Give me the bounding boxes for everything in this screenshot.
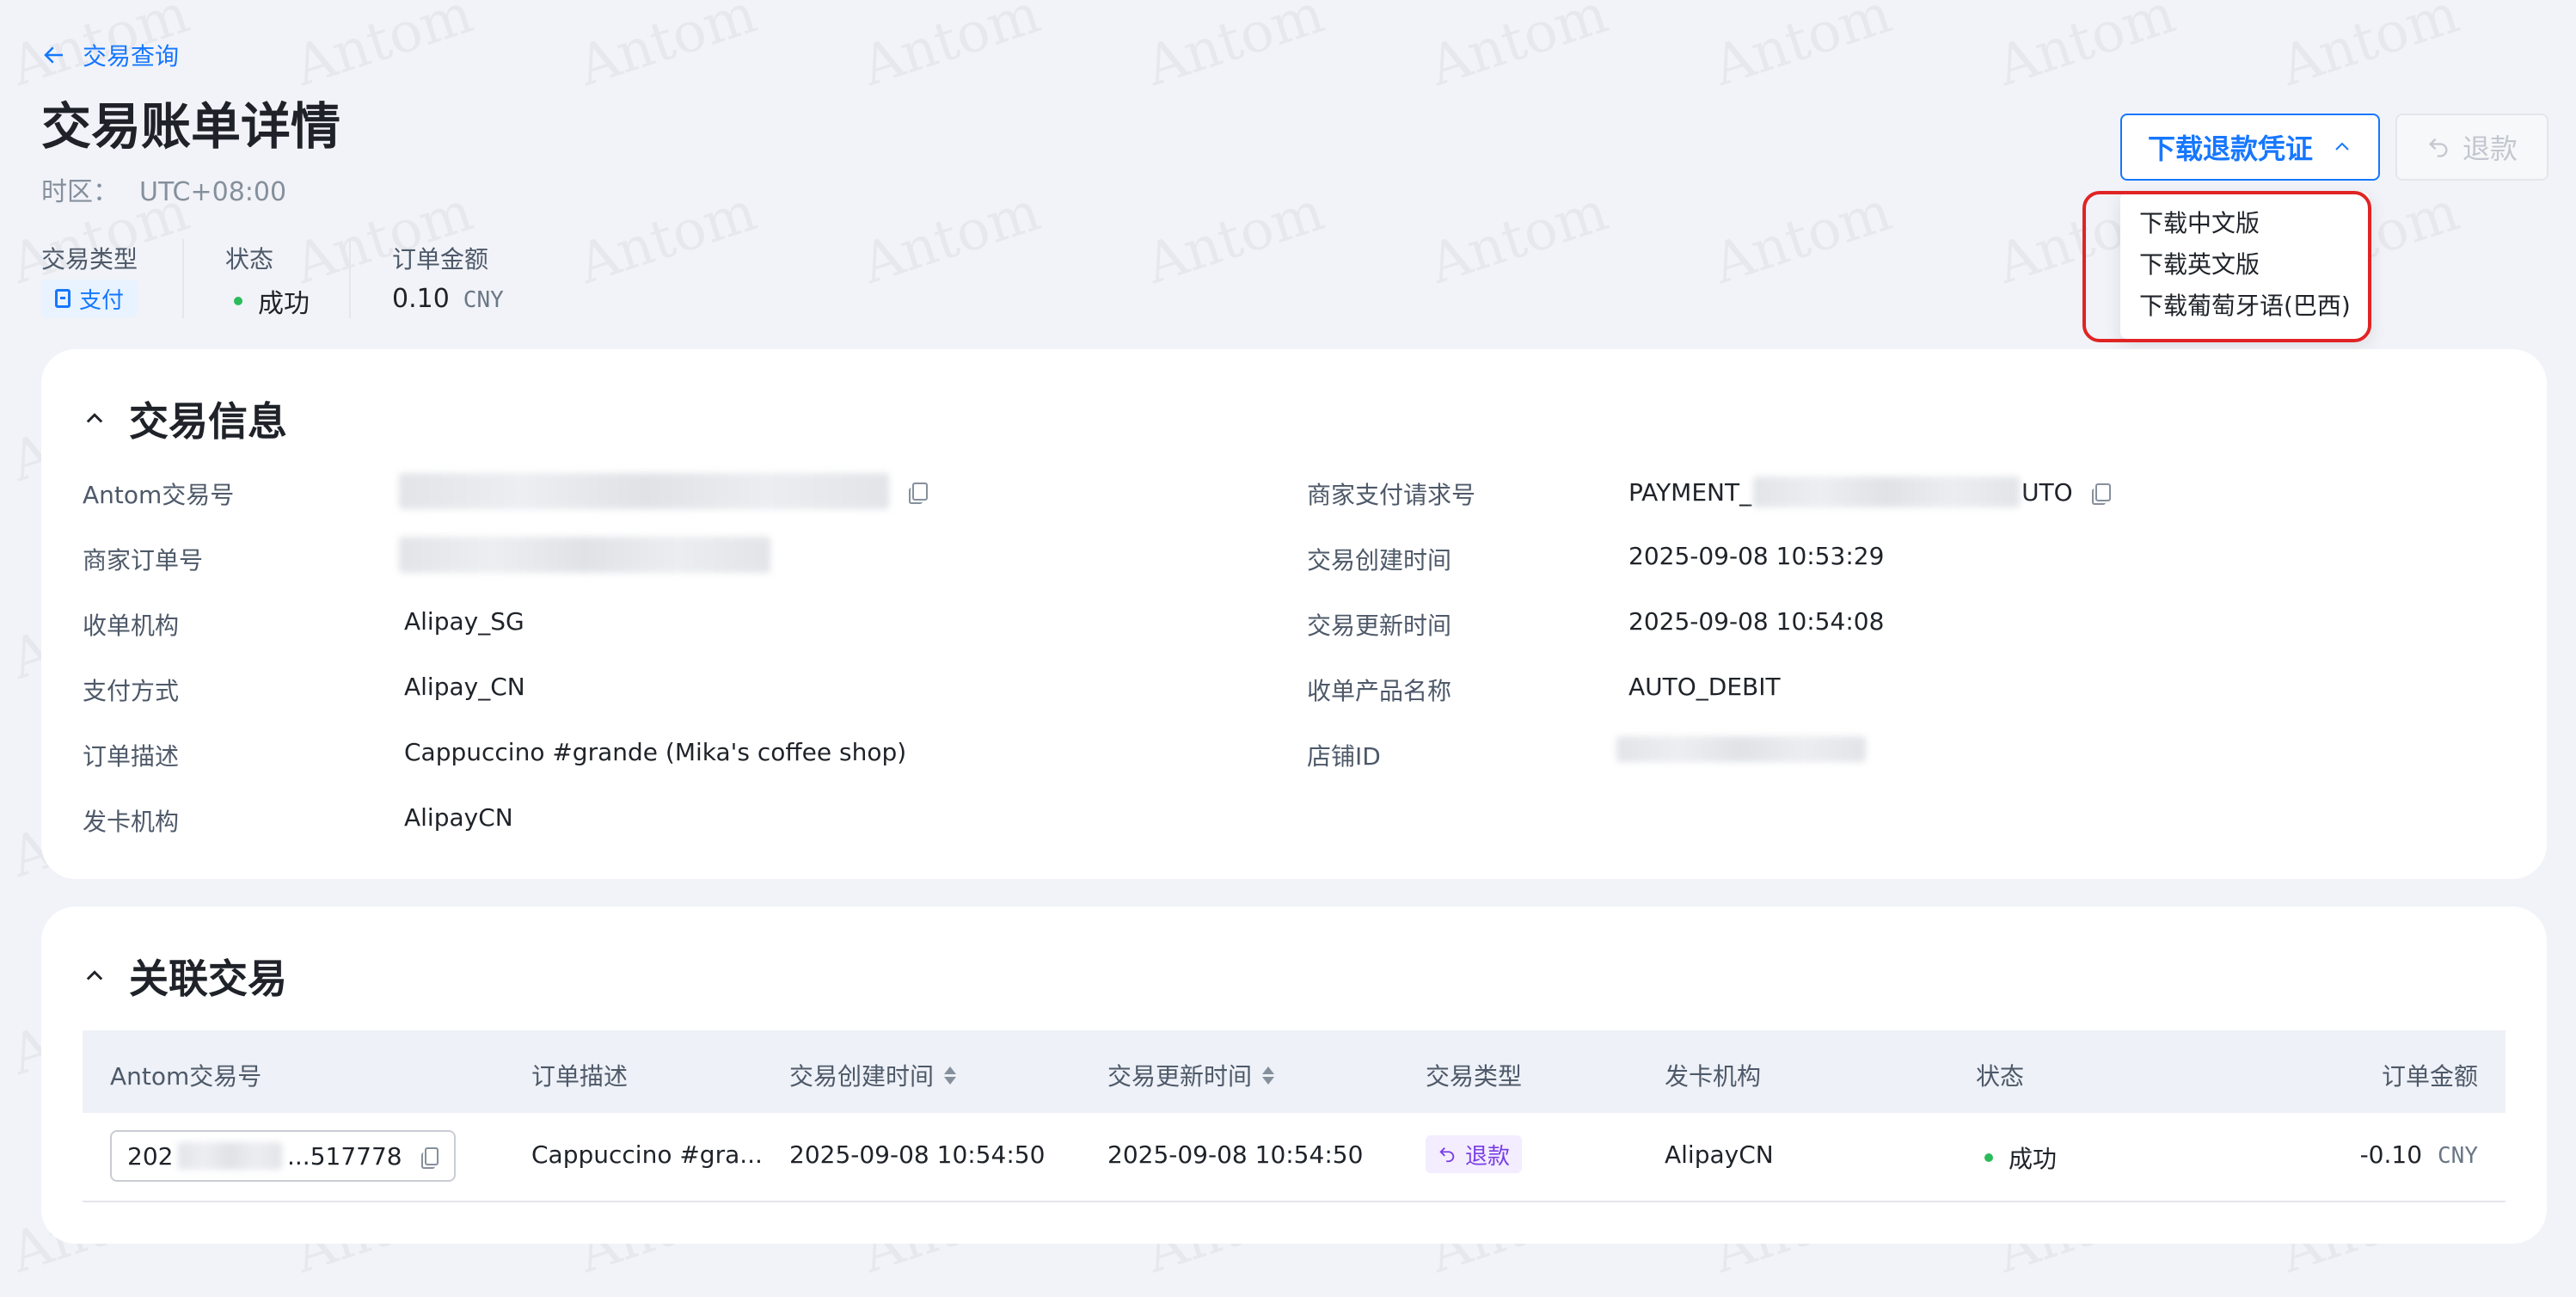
chevron-up-icon bbox=[2335, 142, 2349, 151]
copy-icon[interactable] bbox=[909, 482, 929, 504]
row-divider bbox=[83, 1201, 2505, 1202]
sort-icon[interactable] bbox=[944, 1066, 957, 1085]
updated-time-value: 2025-09-08 10:54:08 bbox=[1628, 607, 1885, 636]
back-link[interactable]: 交易查询 bbox=[41, 38, 179, 72]
arrow-left-icon bbox=[44, 46, 63, 64]
undo-icon bbox=[1439, 1147, 1455, 1163]
field-label: 发卡机构 bbox=[83, 808, 180, 836]
undo-icon bbox=[2429, 138, 2448, 157]
field-label: 订单描述 bbox=[83, 742, 180, 771]
status-label: 状态 bbox=[225, 245, 274, 274]
download-refund-voucher-button[interactable]: 下载退款凭证 bbox=[2120, 114, 2380, 181]
column-header-tx-id: Antom交易号 bbox=[110, 1062, 262, 1091]
payment-method-value: Alipay_CN bbox=[404, 673, 525, 701]
redacted-value bbox=[1753, 476, 2021, 507]
field-label: 支付方式 bbox=[83, 677, 180, 705]
column-header-created[interactable]: 交易创建时间 bbox=[789, 1058, 957, 1092]
tx-id-prefix: 202 bbox=[127, 1141, 174, 1171]
download-option-english[interactable]: 下载英文版 bbox=[2120, 244, 2370, 286]
success-dot-icon bbox=[234, 297, 242, 305]
collapse-chevron-icon bbox=[86, 970, 103, 980]
timezone-value: UTC+08:00 bbox=[139, 177, 287, 207]
acquirer-value: Alipay_SG bbox=[404, 607, 524, 636]
request-id-prefix: PAYMENT_ bbox=[1628, 477, 1752, 507]
copy-icon[interactable] bbox=[2091, 483, 2111, 505]
product-name-value: AUTO_DEBIT bbox=[1628, 673, 1781, 701]
field-label: 商家支付请求号 bbox=[1307, 481, 1476, 509]
field-label: 收单产品名称 bbox=[1307, 677, 1452, 705]
download-option-portuguese[interactable]: 下载葡萄牙语(巴西) bbox=[2120, 286, 2370, 327]
sort-icon[interactable] bbox=[1262, 1066, 1275, 1085]
row-type-text: 退款 bbox=[1465, 1143, 1511, 1170]
row-status-text: 成功 bbox=[2009, 1145, 2058, 1173]
row-status: 成功 bbox=[1984, 1140, 2057, 1175]
field-label: 收单机构 bbox=[83, 612, 180, 640]
status-value: 成功 bbox=[234, 282, 310, 320]
redacted-value bbox=[399, 473, 889, 509]
refund-button[interactable]: 退款 bbox=[2395, 114, 2548, 181]
redacted-value bbox=[1616, 736, 1866, 762]
page-title: 交易账单详情 bbox=[41, 97, 341, 156]
tx-id-suffix: ...517778 bbox=[287, 1141, 402, 1171]
tx-type-value: 支付 bbox=[79, 287, 125, 314]
merchant-payment-request-id-value: PAYMENT_ UTO bbox=[1628, 476, 2111, 507]
amount-number: 0.10 bbox=[392, 284, 450, 314]
related-tx-title: 关联交易 bbox=[129, 956, 287, 1002]
field-label: 店铺ID bbox=[1307, 742, 1381, 771]
request-id-suffix: UTO bbox=[2021, 477, 2073, 507]
copy-icon[interactable] bbox=[420, 1146, 439, 1169]
column-header-type: 交易类型 bbox=[1426, 1062, 1523, 1091]
download-option-chinese[interactable]: 下载中文版 bbox=[2120, 203, 2370, 244]
related-tx-header[interactable]: 关联交易 bbox=[83, 948, 287, 1005]
table-header bbox=[83, 1030, 2505, 1113]
issuer-value: AlipayCN bbox=[404, 803, 513, 832]
tx-type-label: 交易类型 bbox=[41, 245, 138, 274]
column-header-status: 状态 bbox=[1976, 1062, 2025, 1091]
row-amount-currency: CNY bbox=[2438, 1143, 2478, 1169]
redacted-value bbox=[399, 537, 770, 573]
row-type-badge: 退款 bbox=[1426, 1135, 1523, 1173]
download-button-label: 下载退款凭证 bbox=[2147, 132, 2313, 165]
refund-button-label: 退款 bbox=[2462, 132, 2518, 165]
antom-tx-id-value bbox=[399, 473, 929, 509]
collapse-chevron-icon bbox=[86, 413, 103, 423]
success-dot-icon bbox=[1984, 1153, 1993, 1162]
column-header-amount: 订单金额 bbox=[2381, 1062, 2478, 1091]
store-id-value bbox=[1616, 736, 1866, 762]
stat-divider bbox=[182, 239, 184, 318]
column-header-description: 订单描述 bbox=[531, 1062, 629, 1091]
field-label: 商家订单号 bbox=[83, 546, 204, 575]
amount-currency: CNY bbox=[463, 287, 504, 313]
row-created: 2025-09-08 10:54:50 bbox=[789, 1140, 1046, 1169]
tx-info-header[interactable]: 交易信息 bbox=[83, 390, 287, 447]
stat-divider bbox=[349, 239, 351, 318]
row-description: Cappuccino #gra... bbox=[531, 1140, 763, 1169]
created-time-value: 2025-09-08 10:53:29 bbox=[1628, 542, 1885, 570]
row-amount-number: -0.10 bbox=[2359, 1140, 2423, 1169]
amount-value: 0.10 CNY bbox=[392, 284, 504, 314]
timezone: 时区： UTC+08:00 bbox=[41, 170, 286, 208]
merchant-order-id-value bbox=[399, 537, 770, 573]
redacted-value bbox=[178, 1142, 282, 1170]
timezone-label: 时区： bbox=[41, 177, 119, 207]
column-header-issuer: 发卡机构 bbox=[1665, 1062, 1762, 1091]
field-label: 交易创建时间 bbox=[1307, 546, 1452, 575]
tx-id-box[interactable]: 202 ...517778 bbox=[110, 1130, 456, 1182]
tx-type-badge: 支付 bbox=[41, 280, 138, 317]
status-text: 成功 bbox=[258, 289, 310, 319]
row-issuer: AlipayCN bbox=[1665, 1140, 1774, 1169]
field-label: 交易更新时间 bbox=[1307, 612, 1452, 640]
amount-label: 订单金额 bbox=[392, 245, 489, 274]
receipt-icon bbox=[55, 289, 71, 308]
tx-info-title: 交易信息 bbox=[129, 398, 287, 445]
field-label: Antom交易号 bbox=[83, 481, 235, 509]
row-amount: -0.10 CNY bbox=[2360, 1140, 2478, 1169]
order-description-value: Cappuccino #grande (Mika's coffee shop) bbox=[404, 738, 907, 766]
download-options-menu: 下载中文版 下载英文版 下载葡萄牙语(巴西) bbox=[2120, 193, 2370, 339]
column-header-updated[interactable]: 交易更新时间 bbox=[1107, 1058, 1275, 1092]
back-link-label: 交易查询 bbox=[83, 42, 180, 71]
row-updated: 2025-09-08 10:54:50 bbox=[1107, 1140, 1364, 1169]
